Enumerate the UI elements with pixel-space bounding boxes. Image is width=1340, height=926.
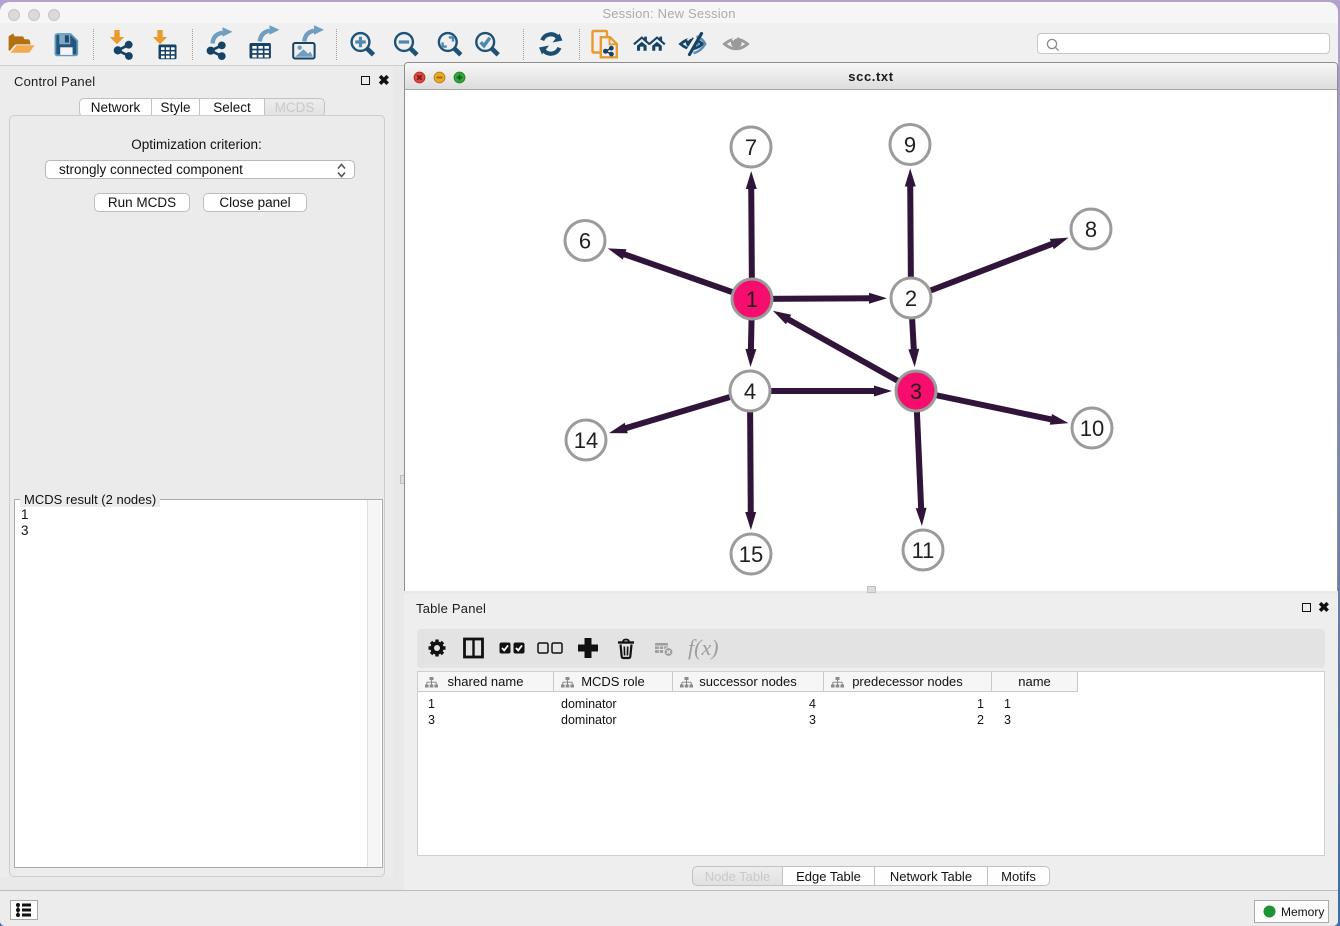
svg-text:f(x): f(x)	[688, 635, 719, 660]
svg-text:4: 4	[744, 379, 756, 404]
svg-text:6: 6	[579, 228, 591, 253]
svg-text:10: 10	[1080, 416, 1104, 441]
svg-text:2: 2	[905, 286, 917, 311]
svg-text:14: 14	[574, 428, 598, 453]
svg-text:7: 7	[745, 135, 757, 160]
svg-text:8: 8	[1085, 217, 1097, 242]
svg-text:3: 3	[910, 379, 922, 404]
svg-text:1: 1	[746, 287, 758, 312]
svg-text:15: 15	[739, 542, 763, 567]
svg-text:9: 9	[904, 132, 916, 157]
svg-text:11: 11	[912, 538, 935, 563]
